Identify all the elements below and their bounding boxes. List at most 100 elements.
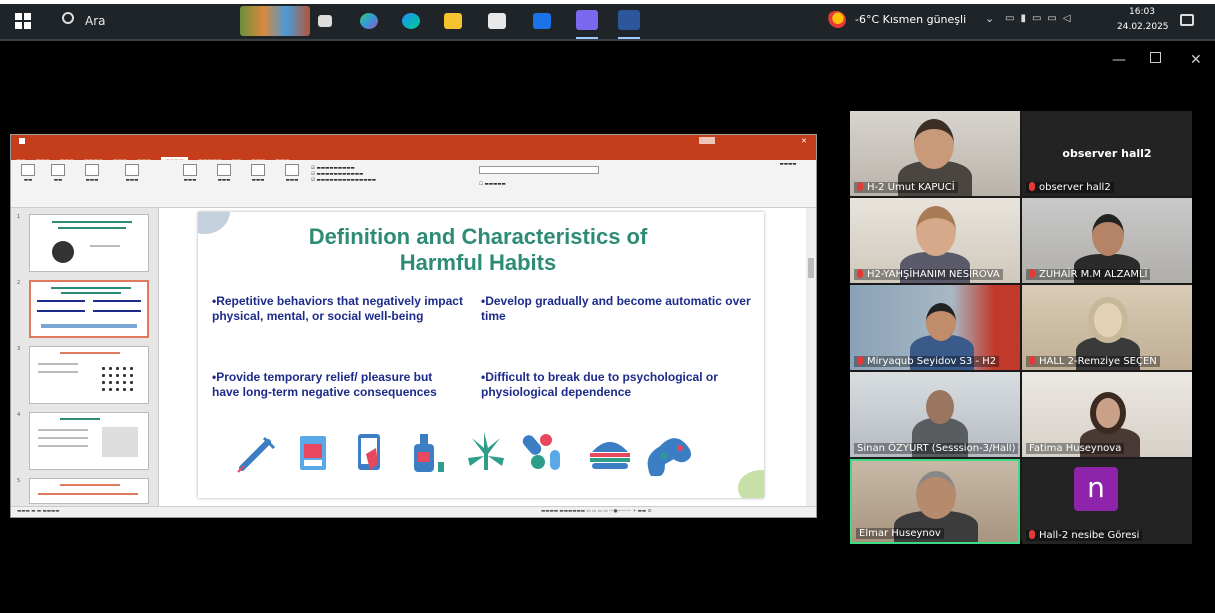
taskbar: Ara -6°C Kısmen güneşli ⌄ ▭▮▭▭◁ 16:03 24… [0, 0, 1215, 41]
task-view-icon[interactable] [318, 15, 332, 27]
participant-name: Miryaqub Seyidov S3 - H2 [854, 356, 1000, 367]
phone-icon [358, 434, 380, 470]
habits-icon-row [237, 432, 692, 476]
ribbon-button[interactable]: ▬▬▬ [175, 164, 205, 184]
bottle-icon [414, 434, 444, 472]
close-button[interactable]: ✕ [1190, 52, 1202, 68]
top-border [0, 0, 1215, 4]
ribbon-dropdown[interactable] [479, 166, 599, 174]
participant-tile[interactable]: ZUHAİR M.M ALZAMLİ [1022, 198, 1192, 283]
participant-name: ZUHAİR M.M ALZAMLİ [1026, 269, 1151, 280]
participant-name: Sinan ÖZYURT (Sesssion-3/Hall) [854, 443, 1019, 454]
gamepad-icon [647, 438, 692, 476]
participant-tile[interactable]: Sinan ÖZYURT (Sesssion-3/Hall) [850, 372, 1020, 457]
slide-thumbnail-3[interactable] [29, 346, 149, 404]
clock-time[interactable]: 16:03 [1129, 7, 1155, 17]
ribbon-checkboxes[interactable]: ☑ ▬▬▬▬▬▬▬▬▬ ☑ ▬▬▬▬▬▬▬▬▬▬▬ ☑ ▬▬▬▬▬▬▬▬▬▬▬▬▬▬ [311, 166, 471, 184]
ppt-status-bar: ▬▬▬ ▬ ▬ ▬▬▬▬ ▬▬▬▬ ▬▬▬▬▬▬ ▭ ▭ ▭ ▭ —●——— +… [11, 506, 816, 517]
status-left: ▬▬▬ ▬ ▬ ▬▬▬▬ [17, 509, 60, 514]
ribbon-button[interactable]: ▬▬ [15, 164, 41, 184]
minimize-button[interactable]: — [1112, 52, 1126, 68]
bullet-3: •Provide temporary relief/ pleasure but … [212, 370, 437, 399]
widgets-image-icon[interactable] [240, 6, 310, 36]
slide-thumbnail-5[interactable] [29, 478, 149, 504]
copilot-icon[interactable] [360, 13, 378, 29]
participant-tile[interactable]: Fatima Huseynova [1022, 372, 1192, 457]
ppt-ribbon-tabs: ▬▬▬▬▬▬▬▬▬▬▬▬▬▬▬▬▬▬▬▬▬▬▬▬▬▬▬▬▬▬▬▬▬▬▬ [11, 147, 816, 165]
ribbon-button[interactable]: ▬▬▬ [277, 164, 307, 184]
participant-face [916, 471, 956, 519]
muted-mic-icon [857, 182, 863, 191]
participant-face [914, 119, 954, 169]
tray-icons[interactable]: ▭▮▭▭◁ [1005, 13, 1077, 24]
participant-face [1088, 297, 1128, 343]
active-app-indicator-2 [618, 37, 640, 39]
shared-powerpoint-window: ✕ ▬▬▬▬▬▬▬▬▬▬▬▬▬▬▬▬▬▬▬▬▬▬▬▬▬▬▬▬▬▬▬▬▬▬▬ ▬▬… [10, 134, 817, 518]
slide-title-line-2: Harmful Habits [399, 250, 557, 275]
bullet-2: •Develop gradually and become automatic … [481, 294, 751, 323]
word-icon[interactable] [618, 10, 640, 30]
edge-icon[interactable] [402, 13, 420, 29]
thumb-number: 5 [17, 478, 21, 484]
participant-tile[interactable]: H-2 Umut KAPUCİ [850, 111, 1020, 196]
syringe-icon [237, 436, 276, 473]
ppt-save-icon[interactable] [19, 138, 25, 144]
participant-face [1090, 392, 1126, 434]
participant-tile-active-speaker[interactable]: Elmar Huseynov [850, 459, 1020, 544]
participant-name: observer hall2 [1026, 182, 1114, 193]
muted-mic-icon [1029, 356, 1035, 365]
participant-name: H2-YAHŞİHANIM NESİROVA [854, 269, 1003, 280]
zoom-icon[interactable] [576, 10, 598, 30]
muted-mic-icon [1029, 530, 1035, 539]
ppt-close-icon[interactable]: ✕ [801, 135, 807, 147]
muted-mic-icon [857, 356, 863, 365]
participant-name: H-2 Umut KAPUCİ [854, 182, 958, 193]
ribbon-button[interactable]: ▬▬▬ [115, 164, 149, 184]
ppt-scrollbar[interactable] [806, 208, 816, 506]
search-label[interactable]: Ara [85, 14, 106, 28]
ribbon-user[interactable]: ▬▬▬▬ [763, 162, 813, 168]
ribbon-button[interactable]: ▬▬ [45, 164, 71, 184]
clock-date[interactable]: 24.02.2025 [1117, 22, 1169, 32]
notification-icon[interactable] [1180, 14, 1194, 26]
participant-tile[interactable]: observer hall2 observer hall2 [1022, 111, 1192, 196]
ribbon-button[interactable]: ▬▬▬ [209, 164, 239, 184]
participant-gallery: H-2 Umut KAPUCİ observer hall2 observer … [850, 111, 1192, 544]
participant-name: Fatima Huseynova [1026, 443, 1125, 454]
decorative-circle [738, 470, 764, 498]
slide-thumbnail-2[interactable] [29, 280, 149, 338]
participant-tile[interactable]: HALL 2-Remziye SEÇEN [1022, 285, 1192, 370]
ribbon-button[interactable]: ▬▬▬ [77, 164, 107, 184]
ppt-share-button[interactable] [699, 137, 715, 144]
tray-chevron-icon[interactable]: ⌄ [985, 12, 994, 25]
ppt-title-bar: ✕ [11, 135, 816, 147]
status-right[interactable]: ▬▬▬▬ ▬▬▬▬▬▬ ▭ ▭ ▭ ▭ —●——— + ▬▬ ⊡ [541, 509, 651, 514]
current-slide[interactable]: Definition and Characteristics of Harmfu… [198, 212, 764, 498]
burger-icon [590, 442, 630, 469]
weather-text[interactable]: -6°C Kısmen güneşli [855, 13, 966, 26]
ribbon-button[interactable]: ▬▬▬ [243, 164, 273, 184]
weather-icon[interactable] [826, 11, 846, 29]
mail-icon[interactable] [533, 13, 551, 29]
participant-tile[interactable]: H2-YAHŞİHANIM NESİROVA [850, 198, 1020, 283]
file-explorer-icon[interactable] [444, 13, 462, 29]
slide-thumbnails-pane: 1 2 3 4 5 [11, 208, 159, 506]
store-icon[interactable] [488, 13, 506, 29]
participant-face [926, 390, 954, 424]
decorative-circle [198, 212, 230, 234]
ribbon-checkbox[interactable]: ☐ ▬▬▬▬▬ [479, 182, 559, 188]
muted-mic-icon [1029, 182, 1035, 191]
start-button[interactable] [15, 13, 31, 29]
pills-icon [522, 434, 560, 470]
search-icon[interactable] [62, 12, 74, 24]
participant-tile[interactable]: n Hall-2 nesibe Göresi [1022, 459, 1192, 544]
muted-mic-icon [857, 269, 863, 278]
restore-button[interactable] [1150, 52, 1161, 63]
thumb-number: 4 [17, 412, 21, 418]
slide-thumbnail-4[interactable] [29, 412, 149, 470]
participant-tile[interactable]: Miryaqub Seyidov S3 - H2 [850, 285, 1020, 370]
participant-face [1092, 214, 1124, 256]
slide-title-line-1: Definition and Characteristics of [308, 224, 648, 249]
participant-name: Elmar Huseynov [856, 528, 944, 539]
slide-thumbnail-1[interactable] [29, 214, 149, 272]
